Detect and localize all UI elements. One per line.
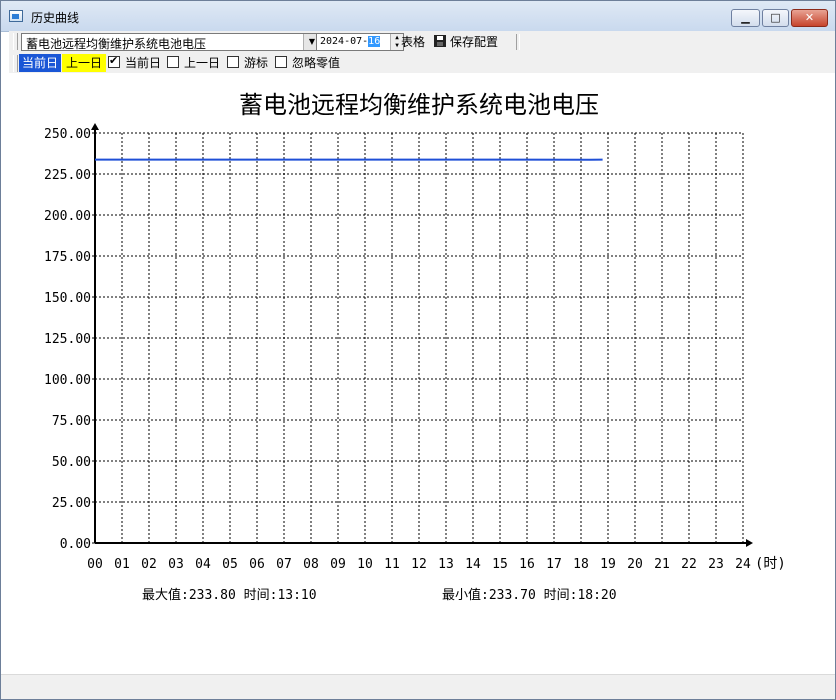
dataset-select-value: 蓄电池远程均衡维护系统电池电压 (26, 37, 207, 51)
x-tick-label: 09 (330, 557, 346, 572)
x-tick-label: 05 (222, 557, 238, 572)
y-tick-label: 125.00 (44, 332, 91, 347)
y-axis-arrow-icon (91, 123, 99, 130)
x-tick-label: 06 (249, 557, 265, 572)
title-bar[interactable]: 历史曲线 ▁ □ ✕ (1, 1, 835, 32)
status-bar (1, 674, 835, 699)
toolbar-edge (827, 31, 835, 73)
y-tick-label: 150.00 (44, 291, 91, 306)
x-tick-label: 15 (492, 557, 508, 572)
checkbox-previous-day[interactable]: 上一日 (167, 55, 220, 71)
toolbar-separator (516, 34, 520, 50)
x-tick-label: 22 (681, 557, 697, 572)
x-axis-ticks: 00 01 02 03 04 05 06 07 08 09 10 11 12 13 14 15 16 17 18 19… (87, 557, 751, 572)
y-tick-label: 75.00 (52, 414, 91, 429)
x-tick-label: 19 (600, 557, 616, 572)
maximize-button[interactable]: □ (762, 9, 789, 27)
checkbox-ignore-zero[interactable]: 忽略零值 (275, 55, 340, 71)
date-day-selected: 16 (368, 36, 381, 47)
x-tick-label: 01 (114, 557, 130, 572)
x-tick-label: 21 (654, 557, 670, 572)
date-prefix: 2024-07- (320, 36, 369, 47)
y-tick-label: 250.00 (44, 127, 91, 142)
chart-grid (95, 132, 744, 543)
previous-day-legend: 上一日 (62, 54, 106, 72)
x-axis-label: (时) (755, 556, 786, 572)
x-tick-label: 00 (87, 557, 103, 572)
save-config-button[interactable]: 保存配置 (434, 34, 498, 50)
checkbox-checked-icon (108, 53, 120, 69)
x-axis-arrow-icon (746, 539, 753, 547)
save-config-label: 保存配置 (450, 35, 499, 49)
dataset-select[interactable]: 蓄电池远程均衡维护系统电池电压 ▼ (21, 33, 321, 51)
y-tick-label: 200.00 (44, 209, 91, 224)
x-tick-label: 12 (411, 557, 427, 572)
toolbar-grip[interactable] (13, 55, 18, 72)
checkbox-label: 上一日 (184, 56, 221, 70)
current-day-legend: 当前日 (19, 54, 61, 72)
voltage-chart: 蓄电池远程均衡维护系统电池电压 0.0025.0050.0075.00100.0… (44, 91, 786, 603)
min-value-note: 最小值:233.70 时间:18:20 (442, 587, 617, 603)
x-tick-label: 07 (276, 557, 292, 572)
checkbox-icon (227, 56, 239, 68)
x-tick-label: 14 (465, 557, 481, 572)
checkbox-icon (275, 56, 287, 68)
x-tick-label: 03 (168, 557, 184, 572)
x-tick-label: 02 (141, 557, 157, 572)
x-tick-label: 11 (384, 557, 400, 572)
x-tick-label: 04 (195, 557, 211, 572)
x-tick-label: 13 (438, 557, 454, 572)
y-tick-label: 100.00 (44, 373, 91, 388)
date-value: 2024-07-16 (320, 36, 381, 47)
y-tick-label: 225.00 (44, 168, 91, 183)
window-title: 历史曲线 (31, 11, 80, 25)
x-tick-label: 20 (627, 557, 643, 572)
top-toolbar: 蓄电池远程均衡维护系统电池电压 ▼ 2024-07-16 ▲ ▼ 表格 保存配置 (9, 31, 827, 53)
chart-area: 蓄电池远程均衡维护系统电池电压 0.00 25.00 50.00 75.00 100.0… (1, 73, 835, 675)
minimize-icon: ▁ (741, 11, 750, 24)
y-axis-ticks: 0.00 25.00 50.00 75.00 100.00 125.00 150.00 175… (44, 127, 95, 552)
max-value-note: 最大值:233.80 时间:13:10 (142, 587, 317, 603)
floppy-disk-icon (434, 35, 446, 47)
checkbox-label: 游标 (244, 56, 269, 70)
y-tick-label: 0.00 (60, 537, 91, 552)
x-tick-label: 18 (573, 557, 589, 572)
table-button[interactable]: 表格 (401, 34, 425, 50)
minimize-button[interactable]: ▁ (731, 9, 760, 27)
chart-axes (91, 123, 753, 547)
app-icon (9, 10, 23, 22)
y-tick-label: 25.00 (52, 496, 91, 511)
history-curve-window: 历史曲线 ▁ □ ✕ 蓄电池远程均衡维护系统电池电压 ▼ 2024-07-16 … (0, 0, 836, 700)
maximize-icon: □ (770, 11, 781, 24)
x-tick-label: 23 (708, 557, 724, 572)
chart-title: 蓄电池远程均衡维护系统电池电压 (239, 91, 599, 119)
y-tick-label: 50.00 (52, 455, 91, 470)
checkbox-label: 忽略零值 (292, 56, 341, 70)
x-tick-label: 10 (357, 557, 373, 572)
close-icon: ✕ (804, 11, 815, 24)
checkbox-icon (167, 56, 179, 68)
x-tick-label: 08 (303, 557, 319, 572)
y-tick-label: 175.00 (44, 250, 91, 265)
close-button[interactable]: ✕ (791, 9, 828, 27)
x-tick-label: 24 (735, 557, 751, 572)
date-picker[interactable]: 2024-07-16 ▲ ▼ (316, 33, 404, 51)
day-toolbar: 当前日 上一日 当前日 上一日 游标 忽略零值 (9, 53, 827, 73)
toolbar-grip[interactable] (13, 33, 18, 50)
checkbox-cursor[interactable]: 游标 (227, 55, 268, 71)
x-tick-label: 17 (546, 557, 562, 572)
checkbox-label: 当前日 (125, 56, 162, 70)
x-tick-label: 16 (519, 557, 535, 572)
checkbox-current-day[interactable]: 当前日 (108, 53, 162, 71)
